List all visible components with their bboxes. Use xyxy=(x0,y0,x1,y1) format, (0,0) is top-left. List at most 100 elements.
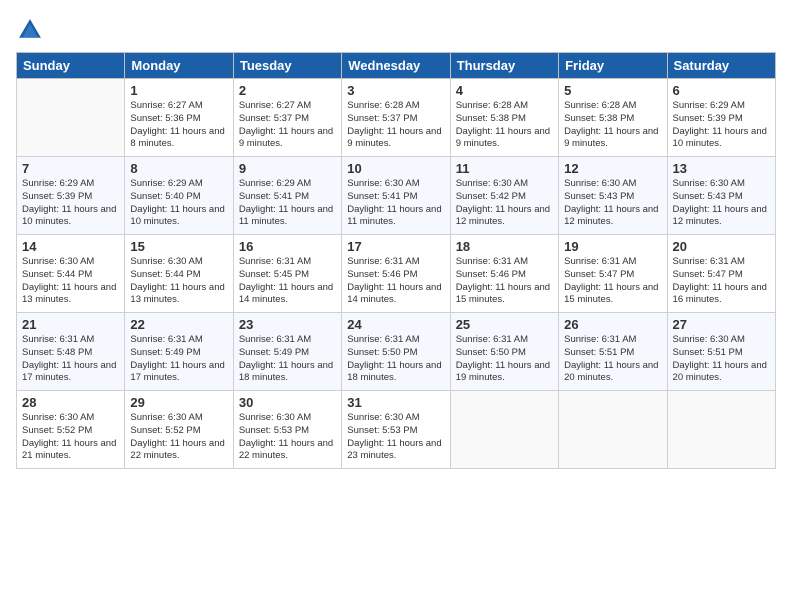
day-number: 31 xyxy=(347,395,444,410)
calendar-cell: 17 Sunrise: 6:31 AMSunset: 5:46 PMDayligh… xyxy=(342,235,450,313)
col-header-monday: Monday xyxy=(125,53,233,79)
calendar-cell xyxy=(667,391,775,469)
day-number: 14 xyxy=(22,239,119,254)
calendar-cell xyxy=(559,391,667,469)
day-number: 20 xyxy=(673,239,770,254)
calendar-cell: 1 Sunrise: 6:27 AMSunset: 5:36 PMDaylight… xyxy=(125,79,233,157)
logo xyxy=(16,16,48,44)
calendar-cell: 8 Sunrise: 6:29 AMSunset: 5:40 PMDaylight… xyxy=(125,157,233,235)
calendar-cell: 16Sunrise: 6:31 AMSunset: 5:45 PMDayligh… xyxy=(233,235,341,313)
day-number: 5 xyxy=(564,83,661,98)
cell-info: Sunrise: 6:29 AMSunset: 5:41 PMDaylight:… xyxy=(239,178,336,229)
day-number: 8 xyxy=(130,161,227,176)
cell-info: Sunrise: 6:30 AMSunset: 5:51 PMDaylight:… xyxy=(673,334,770,385)
day-number: 26 xyxy=(564,317,661,332)
calendar-cell: 5 Sunrise: 6:28 AMSunset: 5:38 PMDaylight… xyxy=(559,79,667,157)
calendar-cell: 3 Sunrise: 6:28 AMSunset: 5:37 PMDaylight… xyxy=(342,79,450,157)
day-number: 13 xyxy=(673,161,770,176)
calendar-cell: 12 Sunrise: 6:30 AMSunset: 5:43 PMDayligh… xyxy=(559,157,667,235)
day-number: 30 xyxy=(239,395,336,410)
cell-info: Sunrise: 6:30 AMSunset: 5:52 PMDaylight:… xyxy=(22,412,119,463)
cell-info: Sunrise: 6:30 AMSunset: 5:44 PMDaylight:… xyxy=(130,256,227,307)
cell-info: Sunrise: 6:28 AMSunset: 5:37 PMDaylight:… xyxy=(347,100,444,151)
day-number: 19 xyxy=(564,239,661,254)
cell-info: Sunrise: 6:31 AMSunset: 5:50 PMDaylight:… xyxy=(347,334,444,385)
day-number: 15 xyxy=(130,239,227,254)
day-number: 27 xyxy=(673,317,770,332)
col-header-saturday: Saturday xyxy=(667,53,775,79)
cell-info: Sunrise: 6:30 AMSunset: 5:53 PMDaylight:… xyxy=(347,412,444,463)
day-number: 23 xyxy=(239,317,336,332)
day-number: 12 xyxy=(564,161,661,176)
calendar-cell: 14 Sunrise: 6:30 AMSunset: 5:44 PMDayligh… xyxy=(17,235,125,313)
day-number: 3 xyxy=(347,83,444,98)
cell-info: Sunrise: 6:29 AMSunset: 5:39 PMDaylight:… xyxy=(673,100,770,151)
calendar-cell: 2 Sunrise: 6:27 AMSunset: 5:37 PMDaylight… xyxy=(233,79,341,157)
cell-info: Sunrise: 6:31 AMSunset: 5:50 PMDaylight:… xyxy=(456,334,553,385)
week-row-5: 28 Sunrise: 6:30 AMSunset: 5:52 PMDayligh… xyxy=(17,391,776,469)
calendar-cell: 29Sunrise: 6:30 AMSunset: 5:52 PMDayligh… xyxy=(125,391,233,469)
cell-info: Sunrise: 6:27 AMSunset: 5:36 PMDaylight:… xyxy=(130,100,227,151)
day-header-row: SundayMondayTuesdayWednesdayThursdayFrid… xyxy=(17,53,776,79)
page-container: SundayMondayTuesdayWednesdayThursdayFrid… xyxy=(0,0,792,477)
cell-info: Sunrise: 6:30 AMSunset: 5:42 PMDaylight:… xyxy=(456,178,553,229)
day-number: 21 xyxy=(22,317,119,332)
calendar-cell: 6 Sunrise: 6:29 AMSunset: 5:39 PMDaylight… xyxy=(667,79,775,157)
calendar-cell: 27 Sunrise: 6:30 AMSunset: 5:51 PMDayligh… xyxy=(667,313,775,391)
cell-info: Sunrise: 6:31 AMSunset: 5:47 PMDaylight:… xyxy=(564,256,661,307)
cell-info: Sunrise: 6:29 AMSunset: 5:40 PMDaylight:… xyxy=(130,178,227,229)
calendar-cell: 9Sunrise: 6:29 AMSunset: 5:41 PMDaylight… xyxy=(233,157,341,235)
calendar-cell: 7Sunrise: 6:29 AMSunset: 5:39 PMDaylight… xyxy=(17,157,125,235)
calendar-cell: 11 Sunrise: 6:30 AMSunset: 5:42 PMDayligh… xyxy=(450,157,558,235)
day-number: 11 xyxy=(456,161,553,176)
cell-info: Sunrise: 6:28 AMSunset: 5:38 PMDaylight:… xyxy=(456,100,553,151)
calendar-cell: 24 Sunrise: 6:31 AMSunset: 5:50 PMDayligh… xyxy=(342,313,450,391)
cell-info: Sunrise: 6:29 AMSunset: 5:39 PMDaylight:… xyxy=(22,178,119,229)
week-row-4: 21 Sunrise: 6:31 AMSunset: 5:48 PMDayligh… xyxy=(17,313,776,391)
week-row-1: 1 Sunrise: 6:27 AMSunset: 5:36 PMDaylight… xyxy=(17,79,776,157)
calendar-cell: 19 Sunrise: 6:31 AMSunset: 5:47 PMDayligh… xyxy=(559,235,667,313)
cell-info: Sunrise: 6:27 AMSunset: 5:37 PMDaylight:… xyxy=(239,100,336,151)
calendar-cell: 21 Sunrise: 6:31 AMSunset: 5:48 PMDayligh… xyxy=(17,313,125,391)
calendar-cell: 31 Sunrise: 6:30 AMSunset: 5:53 PMDayligh… xyxy=(342,391,450,469)
cell-info: Sunrise: 6:31 AMSunset: 5:45 PMDaylight:… xyxy=(239,256,336,307)
day-number: 24 xyxy=(347,317,444,332)
calendar-cell: 18 Sunrise: 6:31 AMSunset: 5:46 PMDayligh… xyxy=(450,235,558,313)
col-header-thursday: Thursday xyxy=(450,53,558,79)
col-header-friday: Friday xyxy=(559,53,667,79)
header xyxy=(16,16,776,44)
cell-info: Sunrise: 6:31 AMSunset: 5:49 PMDaylight:… xyxy=(130,334,227,385)
cell-info: Sunrise: 6:30 AMSunset: 5:44 PMDaylight:… xyxy=(22,256,119,307)
calendar-cell: 30Sunrise: 6:30 AMSunset: 5:53 PMDayligh… xyxy=(233,391,341,469)
cell-info: Sunrise: 6:30 AMSunset: 5:43 PMDaylight:… xyxy=(673,178,770,229)
calendar-cell: 10 Sunrise: 6:30 AMSunset: 5:41 PMDayligh… xyxy=(342,157,450,235)
cell-info: Sunrise: 6:31 AMSunset: 5:47 PMDaylight:… xyxy=(673,256,770,307)
day-number: 2 xyxy=(239,83,336,98)
day-number: 28 xyxy=(22,395,119,410)
cell-info: Sunrise: 6:31 AMSunset: 5:46 PMDaylight:… xyxy=(347,256,444,307)
calendar-cell: 20 Sunrise: 6:31 AMSunset: 5:47 PMDayligh… xyxy=(667,235,775,313)
cell-info: Sunrise: 6:30 AMSunset: 5:52 PMDaylight:… xyxy=(130,412,227,463)
calendar-cell: 13 Sunrise: 6:30 AMSunset: 5:43 PMDayligh… xyxy=(667,157,775,235)
day-number: 1 xyxy=(130,83,227,98)
cell-info: Sunrise: 6:28 AMSunset: 5:38 PMDaylight:… xyxy=(564,100,661,151)
day-number: 10 xyxy=(347,161,444,176)
cell-info: Sunrise: 6:31 AMSunset: 5:51 PMDaylight:… xyxy=(564,334,661,385)
day-number: 17 xyxy=(347,239,444,254)
col-header-wednesday: Wednesday xyxy=(342,53,450,79)
week-row-2: 7Sunrise: 6:29 AMSunset: 5:39 PMDaylight… xyxy=(17,157,776,235)
logo-icon xyxy=(16,16,44,44)
day-number: 18 xyxy=(456,239,553,254)
calendar-cell: 26 Sunrise: 6:31 AMSunset: 5:51 PMDayligh… xyxy=(559,313,667,391)
cell-info: Sunrise: 6:31 AMSunset: 5:49 PMDaylight:… xyxy=(239,334,336,385)
week-row-3: 14 Sunrise: 6:30 AMSunset: 5:44 PMDayligh… xyxy=(17,235,776,313)
calendar-table: SundayMondayTuesdayWednesdayThursdayFrid… xyxy=(16,52,776,469)
calendar-cell xyxy=(450,391,558,469)
cell-info: Sunrise: 6:30 AMSunset: 5:43 PMDaylight:… xyxy=(564,178,661,229)
day-number: 22 xyxy=(130,317,227,332)
cell-info: Sunrise: 6:30 AMSunset: 5:41 PMDaylight:… xyxy=(347,178,444,229)
calendar-cell: 15 Sunrise: 6:30 AMSunset: 5:44 PMDayligh… xyxy=(125,235,233,313)
cell-info: Sunrise: 6:31 AMSunset: 5:48 PMDaylight:… xyxy=(22,334,119,385)
day-number: 6 xyxy=(673,83,770,98)
cell-info: Sunrise: 6:31 AMSunset: 5:46 PMDaylight:… xyxy=(456,256,553,307)
